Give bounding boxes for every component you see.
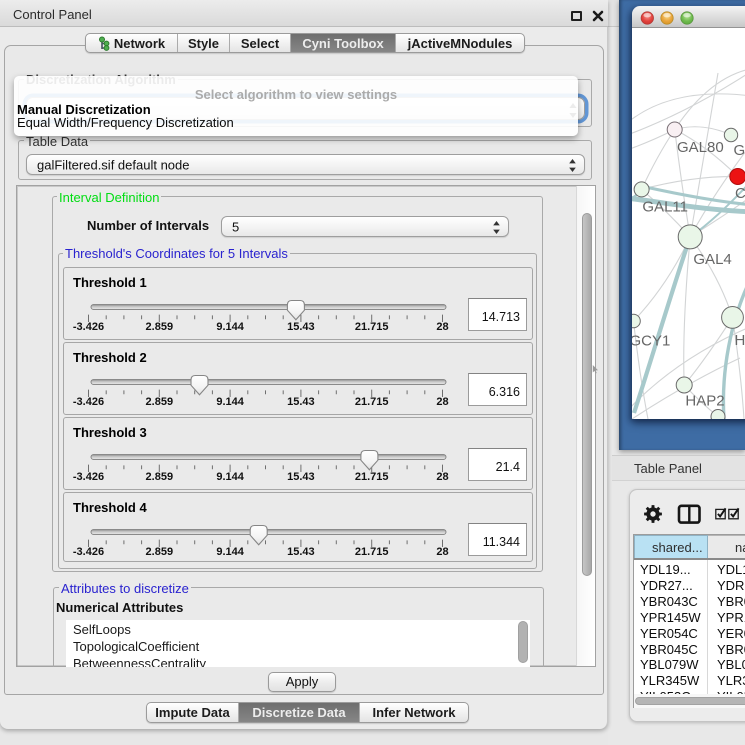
svg-text:H: H (735, 332, 745, 349)
svg-text:28: 28 (436, 321, 448, 333)
svg-text:GAL4: GAL4 (693, 251, 731, 268)
svg-text:GCY1: GCY1 (632, 333, 670, 350)
svg-text:21.715: 21.715 (355, 546, 389, 558)
svg-text:HAP2: HAP2 (685, 393, 724, 410)
svg-text:-3.426: -3.426 (73, 321, 104, 333)
svg-text:-3.426: -3.426 (73, 396, 104, 408)
svg-text:GA: GA (734, 142, 745, 159)
svg-text:-3.426: -3.426 (73, 546, 104, 558)
svg-text:28: 28 (436, 471, 448, 483)
svg-text:9.144: 9.144 (216, 546, 244, 558)
svg-text:2.859: 2.859 (146, 546, 174, 558)
svg-text:28: 28 (436, 396, 448, 408)
svg-text:15.43: 15.43 (287, 321, 315, 333)
svg-text:C: C (735, 185, 745, 202)
svg-text:15.43: 15.43 (287, 396, 315, 408)
svg-text:28: 28 (436, 546, 448, 558)
svg-text:2.859: 2.859 (146, 321, 174, 333)
svg-text:9.144: 9.144 (216, 471, 244, 483)
svg-text:-3.426: -3.426 (73, 471, 104, 483)
svg-text:15.43: 15.43 (287, 546, 315, 558)
svg-text:21.715: 21.715 (355, 396, 389, 408)
svg-text:GAL11: GAL11 (642, 199, 688, 216)
svg-text:21.715: 21.715 (355, 321, 389, 333)
svg-text:21.715: 21.715 (355, 471, 389, 483)
svg-text:GAL80: GAL80 (677, 139, 724, 156)
svg-text:9.144: 9.144 (216, 321, 244, 333)
svg-text:9.144: 9.144 (216, 396, 244, 408)
svg-text:2.859: 2.859 (146, 396, 174, 408)
svg-text:2.859: 2.859 (146, 471, 174, 483)
svg-text:15.43: 15.43 (287, 471, 315, 483)
